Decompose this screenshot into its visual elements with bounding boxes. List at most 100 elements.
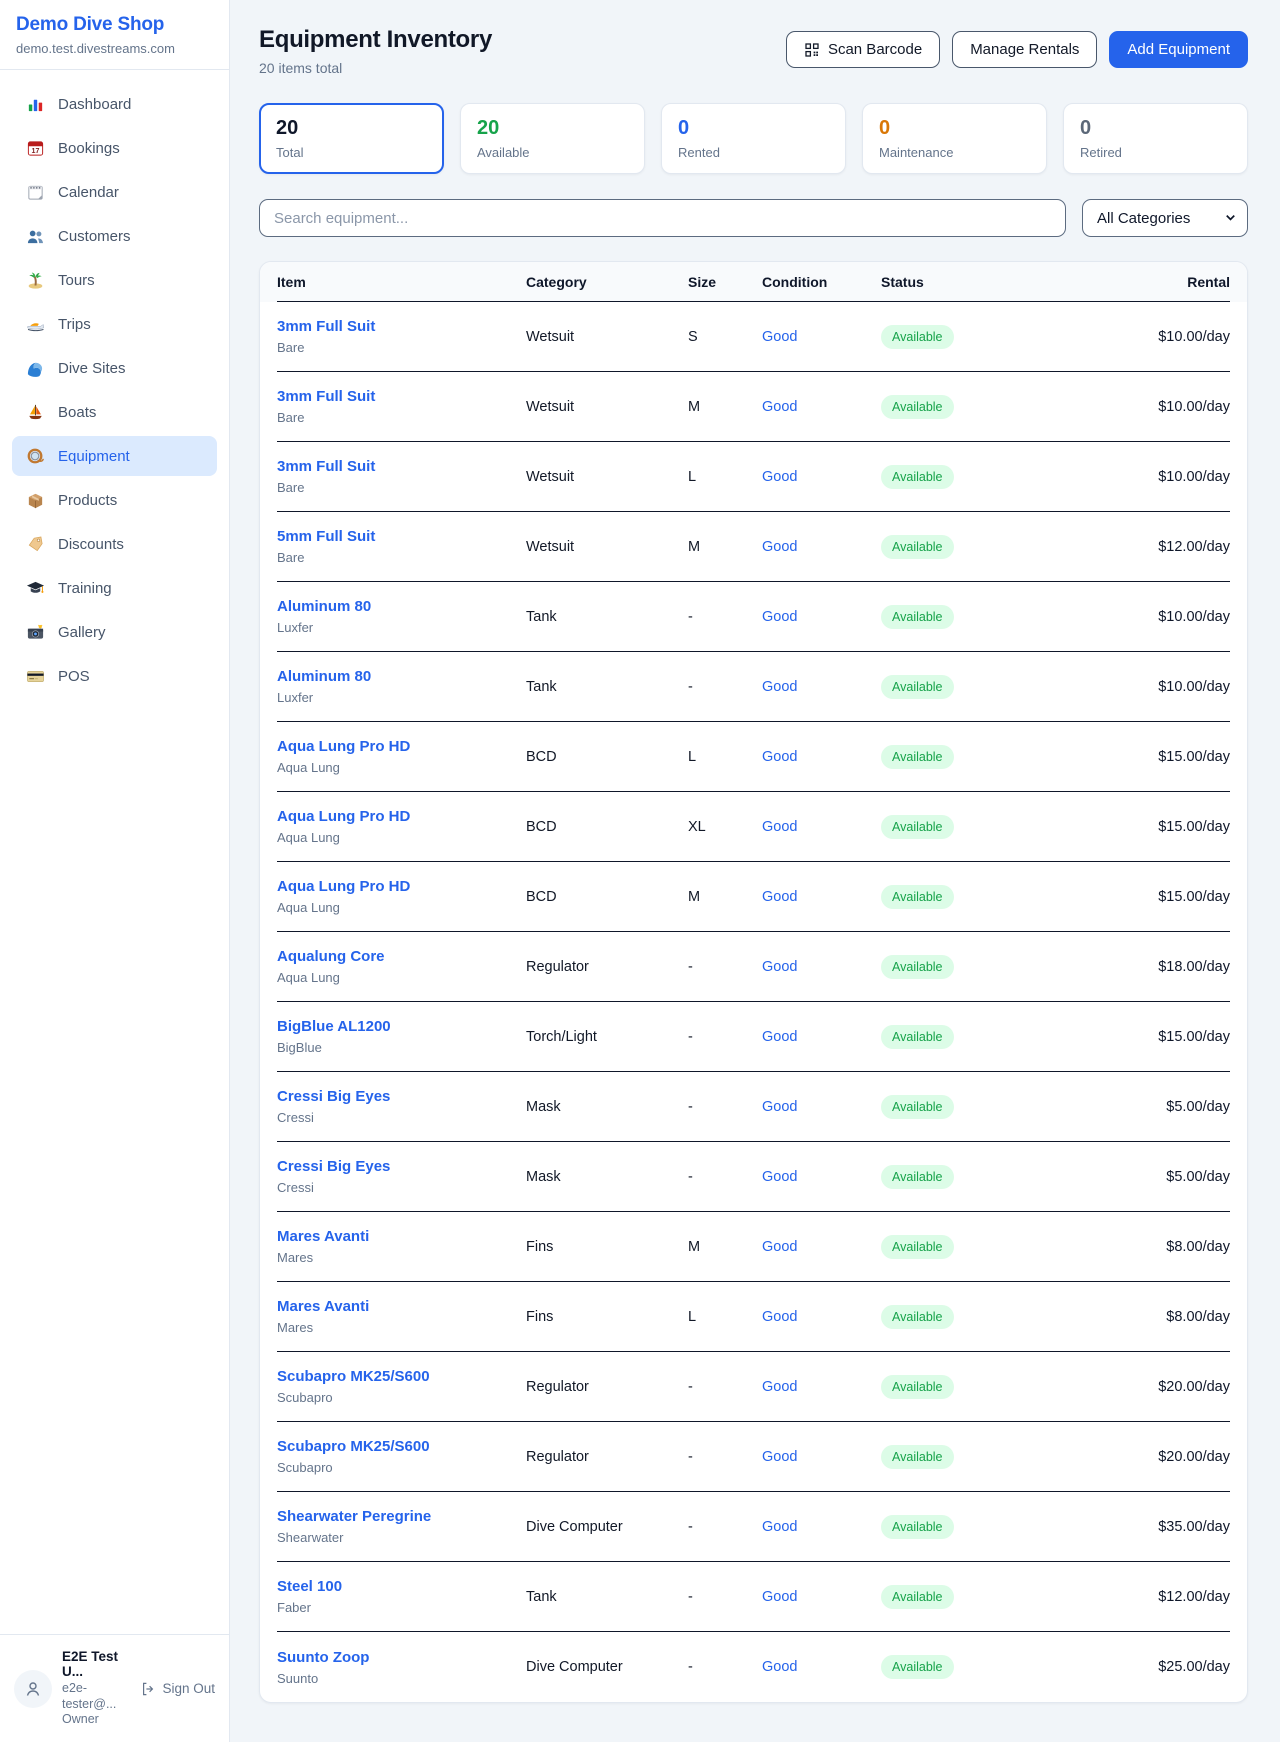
cell-category: Wetsuit xyxy=(526,469,688,485)
condition-link[interactable]: Good xyxy=(762,1169,797,1185)
sidebar-item-dive-sites[interactable]: Dive Sites xyxy=(12,348,217,388)
item-link[interactable]: 3mm Full Suit xyxy=(277,318,375,335)
status-badge: Available xyxy=(881,955,954,979)
brand-block: Demo Dive Shop demo.test.divestreams.com xyxy=(0,0,229,70)
condition-link[interactable]: Good xyxy=(762,1449,797,1465)
sidebar-item-bookings[interactable]: 17 Bookings xyxy=(12,128,217,168)
item-link[interactable]: Shearwater Peregrine xyxy=(277,1508,431,1525)
item-brand: Cressi xyxy=(277,1110,526,1125)
item-link[interactable]: 3mm Full Suit xyxy=(277,458,375,475)
condition-link[interactable]: Good xyxy=(762,1239,797,1255)
sign-out-label: Sign Out xyxy=(162,1681,215,1696)
sidebar-item-products[interactable]: Products xyxy=(12,480,217,520)
condition-link[interactable]: Good xyxy=(762,1029,797,1045)
credit-card-icon xyxy=(26,667,45,686)
user-email: e2e-tester@... xyxy=(62,1681,130,1712)
condition-link[interactable]: Good xyxy=(762,1659,797,1675)
item-link[interactable]: Mares Avanti xyxy=(277,1228,369,1245)
calendar-pad-icon xyxy=(26,183,45,202)
brand-title[interactable]: Demo Dive Shop xyxy=(16,14,213,36)
item-link[interactable]: BigBlue AL1200 xyxy=(277,1018,391,1035)
condition-link[interactable]: Good xyxy=(762,749,797,765)
item-link[interactable]: Aluminum 80 xyxy=(277,668,371,685)
condition-link[interactable]: Good xyxy=(762,1379,797,1395)
condition-link[interactable]: Good xyxy=(762,469,797,485)
item-link[interactable]: Aqualung Core xyxy=(277,948,385,965)
sidebar-item-trips[interactable]: Trips xyxy=(12,304,217,344)
condition-link[interactable]: Good xyxy=(762,1309,797,1325)
sidebar-item-customers[interactable]: Customers xyxy=(12,216,217,256)
sidebar-item-label: Bookings xyxy=(58,140,120,157)
table-row: Aqualung Core Aqua Lung Regulator - Good… xyxy=(277,932,1230,1002)
item-brand: Bare xyxy=(277,480,526,495)
cell-rental: $35.00/day xyxy=(1032,1519,1230,1535)
item-link[interactable]: Aqua Lung Pro HD xyxy=(277,808,410,825)
sidebar-item-gallery[interactable]: Gallery xyxy=(12,612,217,652)
item-brand: Shearwater xyxy=(277,1530,526,1545)
sidebar-item-equipment[interactable]: Equipment xyxy=(12,436,217,476)
condition-link[interactable]: Good xyxy=(762,819,797,835)
condition-link[interactable]: Good xyxy=(762,889,797,905)
table-row: 3mm Full Suit Bare Wetsuit S Good Availa… xyxy=(277,302,1230,372)
sidebar-item-calendar[interactable]: Calendar xyxy=(12,172,217,212)
column-header-rental: Rental xyxy=(1032,274,1230,290)
stat-value: 0 xyxy=(678,117,829,140)
item-link[interactable]: Mares Avanti xyxy=(277,1298,369,1315)
app-window: Demo Dive Shop demo.test.divestreams.com… xyxy=(0,0,1280,1742)
search-input[interactable] xyxy=(259,199,1066,237)
add-equipment-button[interactable]: Add Equipment xyxy=(1109,31,1248,68)
condition-link[interactable]: Good xyxy=(762,609,797,625)
user-info: E2E Test U... e2e-tester@... Owner xyxy=(62,1649,130,1728)
add-equipment-label: Add Equipment xyxy=(1127,41,1230,58)
sidebar-item-label: Boats xyxy=(58,404,96,421)
user-section: E2E Test U... e2e-tester@... Owner Sign … xyxy=(0,1634,229,1742)
cell-size: - xyxy=(688,1379,762,1395)
cell-size: L xyxy=(688,1309,762,1325)
status-badge: Available xyxy=(881,675,954,699)
stat-card-total[interactable]: 20 Total xyxy=(259,103,444,174)
item-link[interactable]: Steel 100 xyxy=(277,1578,342,1595)
stat-card-retired[interactable]: 0 Retired xyxy=(1063,103,1248,174)
sidebar-item-boats[interactable]: Boats xyxy=(12,392,217,432)
stat-card-maintenance[interactable]: 0 Maintenance xyxy=(862,103,1047,174)
sidebar-item-dashboard[interactable]: Dashboard xyxy=(12,84,217,124)
stat-label: Maintenance xyxy=(879,145,1030,160)
sidebar-nav: Dashboard 17 Bookings Calendar Customers… xyxy=(0,70,229,710)
item-link[interactable]: Cressi Big Eyes xyxy=(277,1088,390,1105)
condition-link[interactable]: Good xyxy=(762,959,797,975)
category-select[interactable]: All Categories xyxy=(1082,199,1248,237)
item-link[interactable]: Aqua Lung Pro HD xyxy=(277,738,410,755)
stat-card-available[interactable]: 20 Available xyxy=(460,103,645,174)
item-link[interactable]: Aqua Lung Pro HD xyxy=(277,878,410,895)
item-link[interactable]: 5mm Full Suit xyxy=(277,528,375,545)
condition-link[interactable]: Good xyxy=(762,329,797,345)
condition-link[interactable]: Good xyxy=(762,679,797,695)
item-link[interactable]: Scubapro MK25/S600 xyxy=(277,1438,430,1455)
cell-size: XL xyxy=(688,819,762,835)
table-row: Aqua Lung Pro HD Aqua Lung BCD M Good Av… xyxy=(277,862,1230,932)
stat-card-rented[interactable]: 0 Rented xyxy=(661,103,846,174)
item-link[interactable]: 3mm Full Suit xyxy=(277,388,375,405)
sidebar-item-label: Dive Sites xyxy=(58,360,126,377)
item-link[interactable]: Aluminum 80 xyxy=(277,598,371,615)
sign-out-button[interactable]: Sign Out xyxy=(140,1681,215,1697)
condition-link[interactable]: Good xyxy=(762,1589,797,1605)
sidebar-item-pos[interactable]: POS xyxy=(12,656,217,696)
item-link[interactable]: Scubapro MK25/S600 xyxy=(277,1368,430,1385)
sidebar-item-discounts[interactable]: Discounts xyxy=(12,524,217,564)
table-row: Steel 100 Faber Tank - Good Available $1… xyxy=(277,1562,1230,1632)
condition-link[interactable]: Good xyxy=(762,399,797,415)
manage-rentals-button[interactable]: Manage Rentals xyxy=(952,31,1097,68)
sidebar-item-training[interactable]: Training xyxy=(12,568,217,608)
cell-size: - xyxy=(688,1169,762,1185)
condition-link[interactable]: Good xyxy=(762,539,797,555)
scan-barcode-button[interactable]: Scan Barcode xyxy=(786,31,940,68)
condition-link[interactable]: Good xyxy=(762,1519,797,1535)
table-row: 5mm Full Suit Bare Wetsuit M Good Availa… xyxy=(277,512,1230,582)
calendar-date-icon: 17 xyxy=(26,139,45,158)
item-link[interactable]: Cressi Big Eyes xyxy=(277,1158,390,1175)
sidebar-item-tours[interactable]: Tours xyxy=(12,260,217,300)
item-link[interactable]: Suunto Zoop xyxy=(277,1649,369,1666)
item-brand: BigBlue xyxy=(277,1040,526,1055)
condition-link[interactable]: Good xyxy=(762,1099,797,1115)
